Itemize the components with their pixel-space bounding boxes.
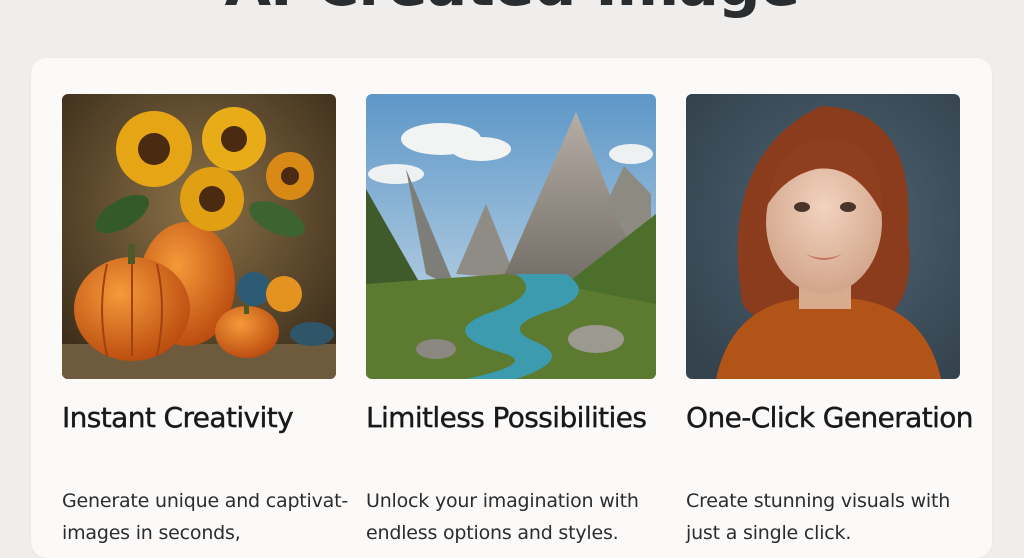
- feature-card-one-click-generation: One-Click Generation Create stunning vis…: [686, 94, 986, 544]
- feature-description: Unlock your imagination with endless opt…: [366, 490, 639, 544]
- feature-description: Generate unique and captivat- images in …: [62, 490, 349, 544]
- feature-title: Instant Creativity: [62, 401, 294, 434]
- woman-portrait-image[interactable]: [686, 94, 960, 379]
- feature-title: Limitless Possibilities: [366, 401, 647, 434]
- feature-card-limitless-possibilities: Limitless Possibilities Unlock your imag…: [366, 94, 666, 544]
- feature-title: One-Click Generation: [686, 401, 974, 434]
- feature-description: Create stunning visuals with just a sing…: [686, 490, 951, 544]
- sunflowers-pumpkins-image[interactable]: [62, 94, 336, 379]
- feature-card-instant-creativity: Instant Creativity Generate unique and c…: [62, 94, 362, 544]
- mountain-landscape-image[interactable]: [366, 94, 656, 379]
- page-title: AI-Created Image: [0, 0, 1024, 16]
- features-panel: Instant Creativity Generate unique and c…: [31, 58, 992, 558]
